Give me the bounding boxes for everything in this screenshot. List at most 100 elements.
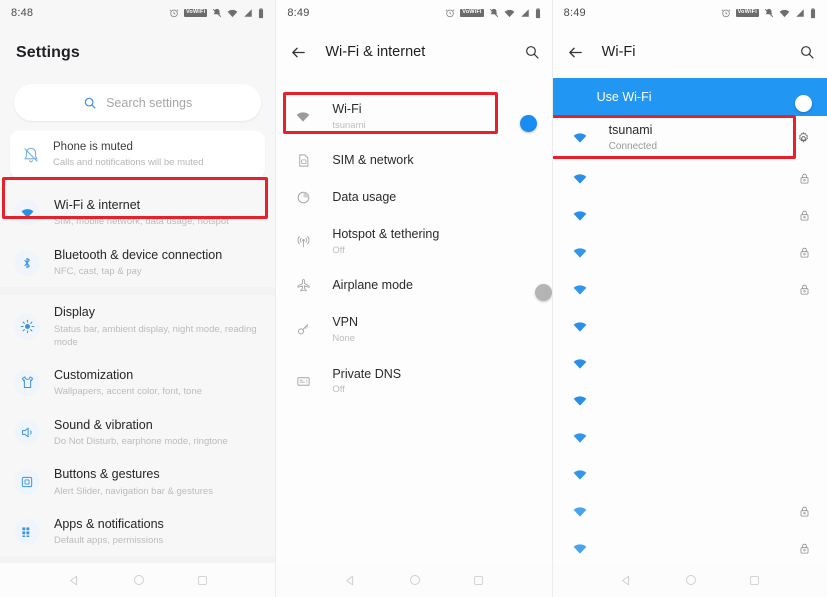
battery-icon	[259, 7, 264, 18]
item-title: Bluetooth & device connection	[54, 247, 223, 262]
sim-card-icon	[290, 153, 316, 168]
home-button[interactable]	[409, 574, 421, 586]
row-title: Wi-Fi	[332, 102, 362, 116]
lock-icon	[800, 543, 809, 554]
vpn-row[interactable]: VPN None	[276, 304, 551, 355]
secured-badge	[798, 172, 811, 185]
airplane-mode-row[interactable]: Airplane mode	[276, 267, 552, 304]
section-divider	[0, 287, 276, 296]
wifi-icon	[567, 393, 593, 409]
key-icon	[290, 322, 316, 337]
item-subtitle: Default apps, permissions	[54, 535, 164, 547]
hotspot-tethering-row[interactable]: Hotspot & tethering Off	[276, 216, 551, 267]
wifi-network-row-connected[interactable]: tsunami Connected	[553, 116, 827, 160]
wifi-network-row[interactable]	[553, 234, 827, 271]
home-button[interactable]	[133, 574, 145, 586]
sidebar-item-customization[interactable]: Customization Wallpapers, accent color, …	[0, 358, 275, 408]
back-button[interactable]	[620, 574, 633, 587]
item-subtitle: SIM, mobile network, data usage, hotspot	[54, 216, 229, 228]
recents-button[interactable]	[749, 575, 760, 586]
network-settings-button[interactable]	[796, 131, 811, 146]
item-subtitle: Alert Slider, navigation bar & gestures	[54, 485, 213, 497]
alarm-icon	[721, 9, 731, 18]
row-title: Hotspot & tethering	[332, 227, 440, 242]
sidebar-item-wifi-internet[interactable]: Wi-Fi & internet SIM, mobile network, da…	[0, 188, 275, 238]
wifi-icon	[567, 430, 593, 446]
wifi-icon	[504, 9, 514, 17]
home-button[interactable]	[685, 574, 697, 586]
wifi-network-row[interactable]	[553, 160, 827, 197]
item-subtitle: Do Not Disturb, earphone mode, ringtone	[54, 435, 228, 447]
search-icon[interactable]	[524, 44, 540, 60]
wifi-network-row[interactable]	[553, 271, 827, 308]
network-status: Connected	[608, 140, 658, 152]
sidebar-item-sound-vibration[interactable]: Sound & vibration Do Not Disturb, earpho…	[0, 408, 275, 458]
navigation-bar	[552, 563, 827, 597]
sidebar-item-apps-notifications[interactable]: Apps & notifications Default apps, permi…	[0, 507, 275, 557]
sim-network-row[interactable]: SIM & network	[276, 142, 551, 179]
use-wifi-banner[interactable]: Use Wi-Fi	[552, 78, 827, 116]
wifi-icon	[567, 504, 593, 520]
wifi-internet-screen: 8:49 VoWiFi Wi-Fi & internet Wi-Fi tsuna…	[275, 0, 552, 597]
status-bar-icons: VoWiFi	[445, 7, 540, 19]
bell-muted-icon	[24, 147, 38, 162]
recents-button[interactable]	[473, 575, 484, 586]
private-dns-row[interactable]: Private DNS Off	[276, 356, 551, 407]
muted-card-title: Phone is muted	[53, 141, 133, 153]
item-subtitle: Status bar, ambient display, night mode,…	[54, 323, 257, 348]
data-usage-row[interactable]: Data usage	[276, 179, 551, 216]
back-button[interactable]	[68, 574, 81, 587]
wifi-icon	[779, 9, 790, 17]
wifi-network-row[interactable]	[553, 456, 827, 493]
status-bar: 8:49 VoWiFi	[553, 0, 827, 26]
status-bar-clock: 8:49	[563, 7, 586, 19]
wifi-setting-row[interactable]: Wi-Fi tsunami	[276, 91, 551, 142]
muted-card-subtitle: Calls and notifications will be muted	[53, 156, 204, 168]
status-bar: 8:49 VoWiFi	[276, 0, 551, 26]
status-bar-clock: 8:49	[287, 7, 310, 19]
item-title: Buttons & gestures	[54, 467, 160, 482]
vowifi-badge: VoWiFi	[460, 8, 484, 18]
navigation-bar	[0, 563, 276, 597]
signal-icon	[244, 9, 253, 17]
secured-badge	[798, 283, 811, 296]
row-title: Data usage	[332, 190, 397, 205]
wifi-icon	[567, 467, 593, 483]
recents-button[interactable]	[197, 575, 208, 586]
settings-screen: 8:48 VoWiFi Settings Search settings Pho…	[0, 0, 276, 597]
bell-muted-icon	[764, 8, 774, 18]
alarm-icon	[445, 9, 455, 18]
back-button[interactable]	[344, 574, 357, 587]
status-bar-clock: 8:48	[11, 7, 34, 19]
wifi-icon	[567, 130, 593, 146]
app-bar: Wi-Fi	[553, 26, 827, 78]
row-subtitle: None	[332, 333, 356, 345]
signal-icon	[520, 9, 529, 17]
wifi-icon	[290, 109, 316, 125]
sidebar-item-display[interactable]: Display Status bar, ambient display, nig…	[0, 295, 275, 358]
row-subtitle: Off	[332, 245, 345, 257]
search-input[interactable]: Search settings	[14, 84, 262, 121]
wifi-network-row[interactable]	[553, 308, 827, 345]
phone-muted-card[interactable]: Phone is muted Calls and notifications w…	[10, 131, 266, 179]
wifi-network-row[interactable]	[553, 419, 827, 456]
sidebar-item-bluetooth[interactable]: Bluetooth & device connection NFC, cast,…	[0, 238, 275, 288]
airplane-icon	[290, 278, 316, 293]
vowifi-badge: VoWiFi	[735, 8, 759, 18]
search-icon	[84, 97, 96, 109]
arrow-back-icon[interactable]	[290, 44, 307, 61]
wifi-network-row[interactable]	[553, 493, 827, 530]
wifi-icon	[567, 245, 593, 261]
wifi-icon	[14, 200, 40, 226]
wifi-network-row[interactable]	[553, 382, 827, 419]
wifi-network-row[interactable]	[553, 197, 827, 234]
button-icon	[14, 469, 40, 496]
wifi-network-row[interactable]	[553, 530, 827, 567]
arrow-back-icon[interactable]	[567, 44, 584, 61]
wifi-list-screen: 8:49 VoWiFi Wi-Fi Use Wi-Fi tsunami Conn…	[551, 0, 827, 597]
sidebar-item-buttons-gestures[interactable]: Buttons & gestures Alert Slider, navigat…	[0, 457, 275, 507]
search-icon[interactable]	[799, 44, 815, 60]
wifi-network-row[interactable]	[553, 345, 827, 382]
item-subtitle: Wallpapers, accent color, font, tone	[54, 386, 203, 398]
page-title: Settings	[16, 44, 80, 61]
